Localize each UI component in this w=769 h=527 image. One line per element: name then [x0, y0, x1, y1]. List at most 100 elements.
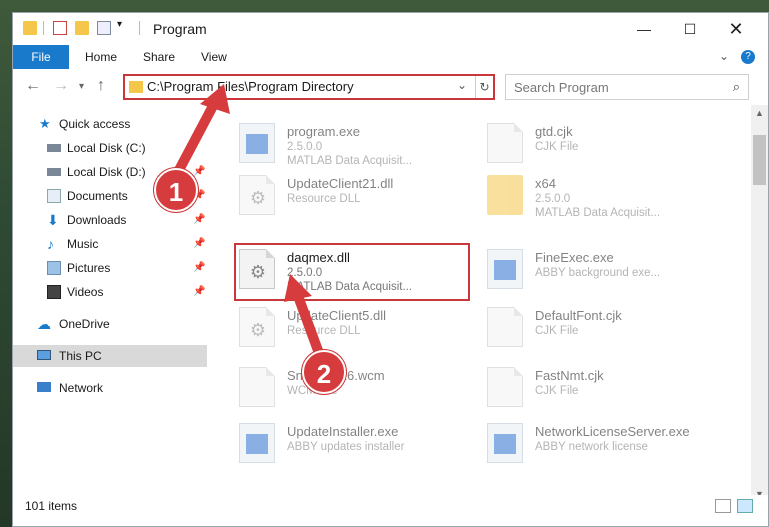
- file-detail: ABBY updates installer: [287, 441, 405, 453]
- sidebar-item-local-disk-c[interactable]: Local Disk (C:): [13, 137, 207, 159]
- pin-icon[interactable]: 📌: [193, 209, 205, 231]
- expand-ribbon-icon[interactable]: ⌄: [719, 49, 729, 63]
- file-name: program.exe: [287, 124, 360, 139]
- rename-icon[interactable]: [97, 21, 111, 35]
- navigation-pane: ★ Quick access Local Disk (C:) Local Dis…: [13, 103, 209, 503]
- up-icon[interactable]: ↑: [97, 77, 105, 95]
- list-item[interactable]: DefaultFont.cjk CJK File: [483, 303, 723, 353]
- pin-icon[interactable]: 📌: [193, 257, 205, 279]
- file-icon: [487, 307, 523, 347]
- search-input[interactable]: Search Program: [514, 80, 609, 95]
- file-detail: MATLAB Data Acquisit...: [287, 155, 413, 167]
- back-icon[interactable]: ←: [25, 77, 41, 95]
- file-detail: Resource DLL: [287, 325, 361, 337]
- file-name: UpdateClient5.dll: [287, 308, 387, 323]
- new-folder-icon[interactable]: [75, 21, 89, 35]
- large-icons-view-icon[interactable]: [737, 499, 753, 513]
- sidebar-item-label: Pictures: [67, 261, 111, 275]
- cloud-icon: ☁: [37, 316, 51, 332]
- sidebar-item-label: OneDrive: [59, 317, 110, 331]
- star-icon: ★: [39, 116, 51, 131]
- file-detail: ABBY background exe...: [535, 267, 661, 279]
- minimize-button[interactable]: —: [621, 13, 667, 45]
- sidebar-item-network[interactable]: Network: [13, 377, 207, 399]
- pictures-icon: [47, 261, 61, 275]
- recent-locations-icon[interactable]: ▾: [79, 81, 84, 92]
- list-item[interactable]: FastNmt.cjk CJK File: [483, 363, 723, 413]
- list-item[interactable]: SndDll2016.wcm WCM File: [235, 363, 475, 413]
- file-detail: MATLAB Data Acquisit...: [535, 207, 661, 219]
- download-icon: ⬇: [47, 212, 59, 228]
- vertical-scrollbar[interactable]: ▲ ▼: [751, 105, 768, 503]
- list-item[interactable]: ⚙ UpdateClient5.dll Resource DLL: [235, 303, 475, 353]
- address-path[interactable]: C:\Program Files\Program Directory: [147, 79, 354, 94]
- dll-icon: ⚙: [239, 307, 275, 347]
- sidebar-item-this-pc[interactable]: This PC: [13, 345, 207, 367]
- sidebar-item-label: Documents: [67, 189, 128, 203]
- close-button[interactable]: ✕: [713, 13, 759, 45]
- file-detail: CJK File: [535, 325, 579, 337]
- list-item[interactable]: program.exe 2.5.0.0 MATLAB Data Acquisit…: [235, 119, 475, 169]
- gear-icon: ⚙: [249, 320, 267, 340]
- scroll-up-icon[interactable]: ▲: [751, 105, 768, 122]
- file-detail: 2.5.0.0: [287, 141, 323, 153]
- customize-quick-access-icon[interactable]: ▾: [117, 19, 131, 33]
- help-icon[interactable]: ?: [741, 50, 755, 64]
- list-item[interactable]: NetworkLicenseServer.exe ABBY network li…: [483, 419, 723, 469]
- dll-icon: ⚙: [239, 175, 275, 215]
- refresh-icon[interactable]: ↻: [475, 76, 493, 98]
- app-icon: [487, 423, 523, 463]
- search-box[interactable]: Search Program ⌕: [505, 74, 749, 100]
- network-icon: [37, 382, 51, 392]
- chevron-down-icon[interactable]: ⌄: [457, 78, 467, 92]
- computer-icon: [37, 350, 51, 360]
- sidebar-item-videos[interactable]: Videos 📌: [13, 281, 207, 303]
- ribbon-tabs: File Home Share View ⌄ ?: [13, 45, 768, 69]
- sidebar-item-quick-access[interactable]: ★ Quick access: [13, 113, 207, 135]
- navigation-bar: ← → ▾ ↑ C:\Program Files\Program Directo…: [13, 71, 768, 103]
- file-icon: [487, 123, 523, 163]
- tab-view[interactable]: View: [191, 45, 237, 69]
- window-title: Program: [153, 21, 207, 37]
- forward-icon[interactable]: →: [53, 77, 69, 95]
- step-badge-2: 2: [302, 350, 346, 394]
- sidebar-item-label: Videos: [67, 285, 104, 299]
- music-icon: ♪: [47, 236, 54, 252]
- file-name: DefaultFont.cjk: [535, 308, 622, 323]
- sidebar-item-pictures[interactable]: Pictures 📌: [13, 257, 207, 279]
- folder-icon: [487, 175, 523, 215]
- sidebar-item-label: Network: [59, 381, 104, 395]
- app-icon: [239, 423, 275, 463]
- list-item[interactable]: UpdateInstaller.exe ABBY updates install…: [235, 419, 475, 469]
- maximize-button[interactable]: ☐: [667, 13, 713, 45]
- video-icon: [47, 285, 61, 299]
- list-item[interactable]: ⚙ UpdateClient21.dll Resource DLL: [235, 171, 475, 221]
- pin-icon[interactable]: 📌: [193, 281, 205, 303]
- item-count: 101 items: [25, 499, 78, 513]
- properties-icon[interactable]: [53, 21, 67, 35]
- sidebar-item-music[interactable]: ♪ Music 📌: [13, 233, 207, 255]
- sidebar-item-label: Downloads: [67, 213, 127, 227]
- tab-share[interactable]: Share: [133, 45, 185, 69]
- file-icon: [239, 367, 275, 407]
- search-icon[interactable]: ⌕: [733, 79, 740, 95]
- tab-file[interactable]: File: [13, 45, 69, 69]
- address-bar[interactable]: C:\Program Files\Program Directory ⌄ ↻: [123, 74, 495, 100]
- file-name: FineExec.exe: [535, 250, 614, 265]
- status-bar: 101 items: [13, 495, 768, 519]
- file-name: NetworkLicenseServer.exe: [535, 424, 690, 439]
- list-item[interactable]: x64 2.5.0.0 MATLAB Data Acquisit...: [483, 171, 723, 221]
- list-item[interactable]: FineExec.exe ABBY background exe...: [483, 245, 723, 295]
- sidebar-item-downloads[interactable]: ⬇ Downloads 📌: [13, 209, 207, 231]
- sidebar-item-label: This PC: [59, 349, 102, 363]
- sidebar-item-label: Local Disk (C:): [67, 141, 146, 155]
- details-view-icon[interactable]: [715, 499, 731, 513]
- tab-home[interactable]: Home: [75, 45, 127, 69]
- scroll-thumb[interactable]: [753, 135, 766, 185]
- list-item[interactable]: gtd.cjk CJK File: [483, 119, 723, 169]
- pin-icon[interactable]: 📌: [193, 233, 205, 255]
- file-detail: CJK File: [535, 141, 579, 153]
- separator: [43, 21, 44, 35]
- sidebar-item-onedrive[interactable]: ☁ OneDrive: [13, 313, 207, 335]
- folder-icon: [23, 21, 37, 35]
